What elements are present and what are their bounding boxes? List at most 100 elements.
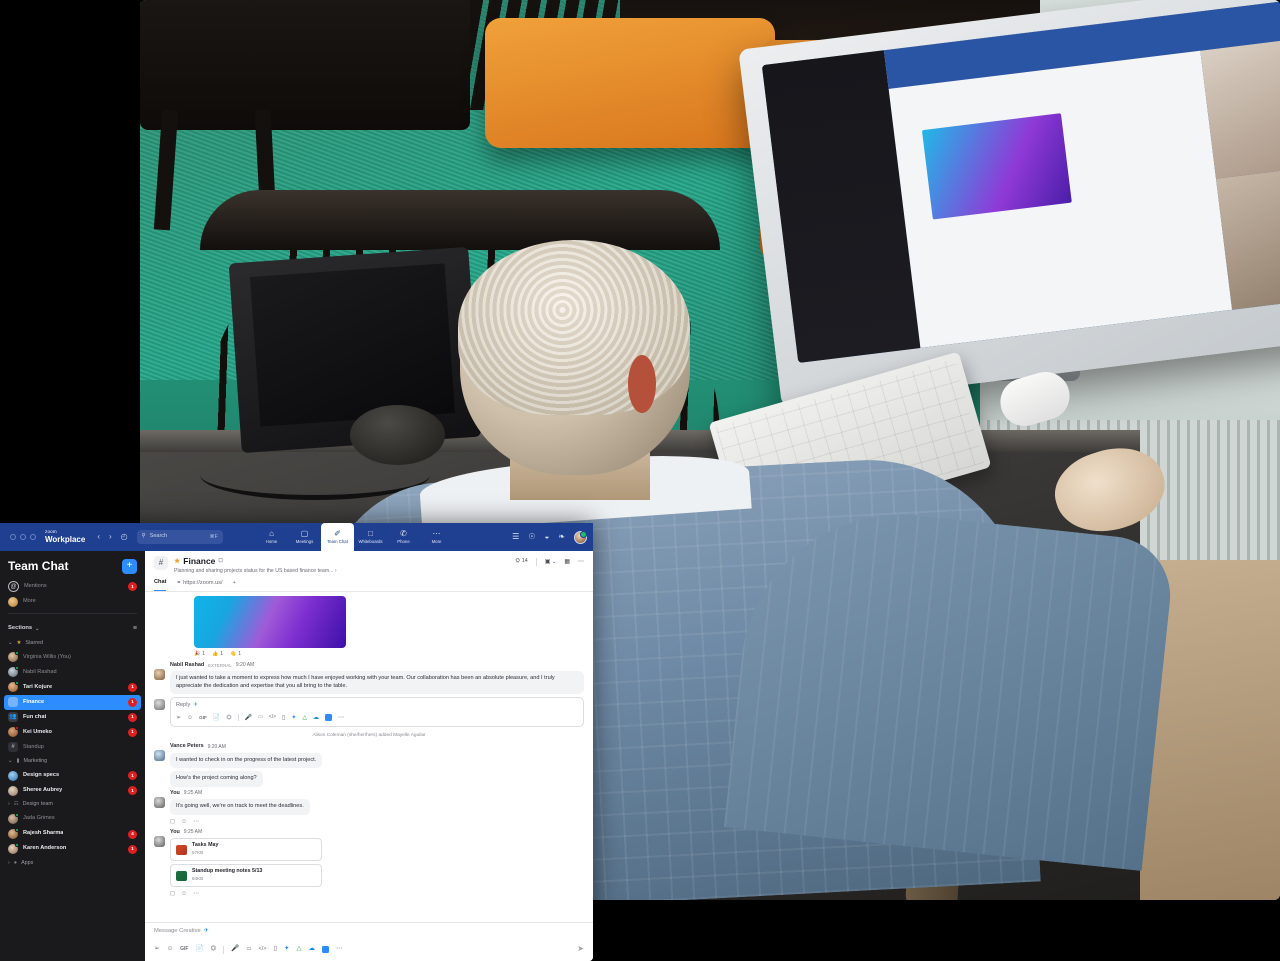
sidebar-group-marketing[interactable]: ⌄ ▮ Marketing (0, 755, 145, 768)
code-icon[interactable]: </> (259, 946, 267, 953)
more-icon[interactable]: ⋯ (193, 818, 199, 826)
close-window-icon[interactable] (10, 534, 16, 540)
nav-meetings[interactable]: ▢ Meetings (288, 523, 321, 551)
sidebar-group-starred[interactable]: ⌄ ★ Starred (0, 637, 145, 650)
reply-input[interactable]: Reply ✈ ➢ ☺ GIF 📄 ⏣ 🎤 ▭ </> ▯ ✦ △ ☁ ⋯ (170, 697, 584, 727)
nav-whiteboards[interactable]: □ Whiteboards (354, 523, 387, 551)
screenshot-icon[interactable]: ⏣ (226, 714, 231, 722)
screenshot-icon[interactable]: ⏣ (211, 945, 217, 954)
main-navigation[interactable]: ⌂ Home ▢ Meetings ✐ Team Chat □ Whiteboa… (255, 523, 453, 551)
react-icon[interactable]: ☺ (181, 890, 187, 898)
share-icon[interactable]: ❧ (558, 532, 565, 543)
sections-header[interactable]: Sections ⌄ ≡ (0, 618, 145, 636)
chevron-right-icon[interactable]: › (8, 860, 10, 867)
sidebar-item-karen-anderson[interactable]: Karen Anderson 1 (0, 842, 145, 857)
minimize-window-icon[interactable] (20, 534, 26, 540)
sidebar-item-rajesh-sharma[interactable]: Rajesh Sharma 4 (0, 827, 145, 842)
pin-icon[interactable]: ✈ (193, 702, 198, 710)
chevron-right-icon[interactable]: › (335, 568, 337, 574)
sidebar-item-jada-grimes[interactable]: Jada Grimes (0, 812, 145, 827)
member-count[interactable]: ⛭ 14 (515, 558, 527, 565)
pin-icon[interactable]: ✈ (204, 928, 209, 936)
composer-toolbar[interactable]: ➢ ☺ GIF 📄 ⏣ 🎤 ▭ </> ▯ ✦ △ ☁ ⋯ ➤ (154, 944, 584, 955)
user-avatar[interactable] (574, 530, 587, 544)
video-call-button[interactable]: ▣ ⌄ (545, 558, 557, 566)
more-icon[interactable]: ⋯ (193, 890, 199, 898)
search-input[interactable]: ⚲ Search ⌘F (136, 530, 223, 544)
reaction-thumbsup[interactable]: 👍 1 (212, 651, 223, 658)
react-icon[interactable]: ☺ (181, 818, 187, 826)
filter-icon[interactable]: ≡ (133, 624, 137, 633)
sidebar-item-standup[interactable]: # Standup (0, 740, 145, 755)
screen-share-icon[interactable]: ▯ (273, 945, 277, 954)
sidebar-item-mentions[interactable]: @ Mentions 1 (0, 579, 145, 594)
channel-header-actions[interactable]: ⛭ 14 ▣ ⌄ ▦ ⋯ (515, 556, 584, 567)
nav-team-chat[interactable]: ✐ Team Chat (321, 523, 354, 551)
file-attachment[interactable]: Tasks May 57KB (170, 837, 322, 862)
sidebar-item-kei-umeko[interactable]: Kei Umeko 1 (0, 725, 145, 740)
contrast-icon[interactable]: ◒ (544, 532, 549, 543)
more-icon[interactable]: ⋯ (336, 945, 343, 954)
tab-zoom-link[interactable]: ⚭ https://zoom.us/ (176, 580, 222, 591)
reaction-wave[interactable]: 👋 1 (230, 651, 241, 658)
channel-description[interactable]: Planning and sharing projects status for… (174, 568, 337, 575)
navigation-arrows[interactable]: ‹ › (97, 532, 111, 543)
add-tab-button[interactable]: + (233, 580, 236, 591)
nav-home[interactable]: ⌂ Home (255, 523, 288, 551)
sidebar-item-nabil-rashad[interactable]: Nabil Rashad (0, 665, 145, 680)
sidebar-group-apps[interactable]: › ● Apps (0, 857, 145, 870)
more-icon[interactable]: ⋯ (338, 714, 344, 722)
tab-chat[interactable]: Chat (154, 579, 167, 592)
file-icon[interactable]: 📄 (213, 714, 220, 722)
sidebar-group-design-team[interactable]: › ☶ Design team (0, 798, 145, 811)
sidebar-item-finance[interactable]: Finance 1 (4, 694, 141, 710)
sidebar-item-sheree-aubrey[interactable]: Sheree Aubrey 1 (0, 783, 145, 798)
bell-icon[interactable]: ☉ (528, 532, 535, 543)
chevron-down-icon[interactable]: ⌄ (552, 559, 556, 565)
chevron-down-icon[interactable]: ⌄ (8, 758, 13, 765)
chevron-right-icon[interactable]: › (8, 801, 10, 808)
sidebar-item-fun-chat[interactable]: 👥 Fun chat 1 (0, 710, 145, 725)
chevron-down-icon[interactable]: ⌄ (8, 640, 13, 647)
audio-icon[interactable]: 🎤 (231, 945, 239, 954)
emoji-icon[interactable]: ☺ (187, 714, 193, 722)
back-icon[interactable]: ‹ (97, 532, 100, 543)
video-icon[interactable]: ▭ (258, 714, 263, 721)
emoji-icon[interactable]: ☺ (166, 945, 173, 954)
message-composer[interactable]: Message Creative ✈ ➢ ☺ GIF 📄 ⏣ 🎤 ▭ </> ▯… (145, 922, 593, 961)
file-icon[interactable]: 📄 (195, 945, 203, 954)
video-icon[interactable]: ▭ (246, 946, 251, 953)
maximize-window-icon[interactable] (30, 534, 36, 540)
composer-placeholder-row[interactable]: Message Creative ✈ (154, 928, 584, 936)
attached-image[interactable] (194, 596, 346, 649)
zoom-app-icon[interactable]: ✦ (284, 945, 289, 954)
star-icon[interactable]: ★ (174, 557, 180, 566)
onedrive-icon[interactable]: ☁ (309, 945, 316, 954)
box-icon[interactable] (324, 714, 332, 722)
format-icon[interactable]: ➢ (176, 714, 181, 722)
screen-share-icon[interactable]: ▯ (282, 714, 285, 722)
audio-icon[interactable]: 🎤 (245, 714, 252, 722)
nav-phone[interactable]: ✆ Phone (387, 523, 420, 551)
gif-icon[interactable]: GIF (199, 715, 207, 721)
reaction-bar[interactable]: 🎉 1 👍 1 👋 1 (194, 651, 584, 658)
gif-icon[interactable]: GIF (180, 946, 188, 953)
reply-icon[interactable]: ◻ (170, 890, 175, 898)
message-actions[interactable]: ◻ ☺ ⋯ (170, 818, 584, 826)
onedrive-icon[interactable]: ☁ (313, 714, 319, 722)
channel-tabs[interactable]: Chat ⚭ https://zoom.us/ + (154, 579, 584, 592)
chevron-down-icon[interactable]: ⌄ (35, 626, 39, 633)
forward-icon[interactable]: › (109, 532, 112, 543)
apps-icon[interactable]: ☰ (512, 532, 519, 543)
sidebar-item-tari-kojure[interactable]: Tari Kojure 1 (0, 680, 145, 695)
reaction-party[interactable]: 🎉 1 (194, 651, 205, 658)
history-icon[interactable]: ◴ (121, 532, 128, 543)
sidebar-item-virginia-willis[interactable]: Virginia Willis (You) (0, 650, 145, 665)
window-controls[interactable] (10, 534, 36, 540)
zoom-app-icon[interactable]: ✦ (291, 714, 296, 722)
sidebar-item-design-specs[interactable]: Design specs 1 (0, 768, 145, 783)
more-options-icon[interactable]: ⋯ (578, 558, 584, 566)
box-icon[interactable] (322, 946, 329, 954)
drive-icon[interactable]: △ (297, 945, 302, 954)
format-icon[interactable]: ➢ (154, 945, 159, 954)
